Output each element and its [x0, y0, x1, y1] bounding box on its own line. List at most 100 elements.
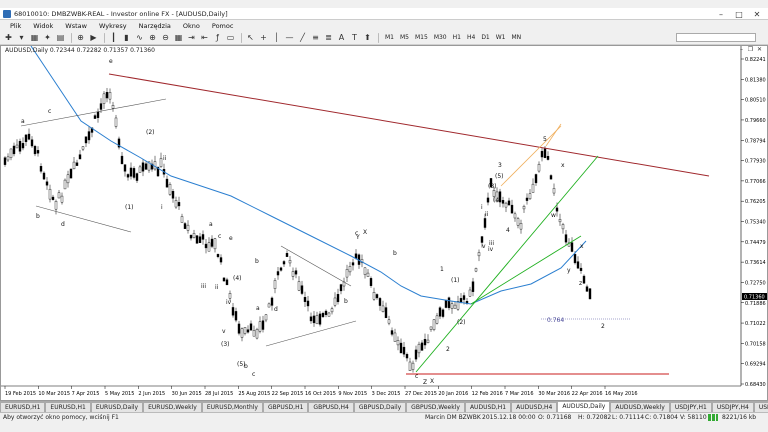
cursor-icon[interactable]: ↖	[245, 32, 256, 43]
timeframe-m15[interactable]: M15	[412, 34, 431, 41]
zoom-in-icon[interactable]: ⊕	[147, 32, 158, 43]
menu-narzedzia[interactable]: Narzędzia	[133, 22, 177, 30]
candle-body	[522, 205, 526, 210]
bar-chart-icon[interactable]: ┃	[108, 32, 119, 43]
timeframe-w1[interactable]: W1	[493, 34, 509, 41]
crosshair-icon[interactable]: +	[258, 32, 269, 43]
channel-icon[interactable]: ≡	[310, 32, 321, 43]
status-open: O: 0.71168	[538, 414, 572, 421]
date-tick-label: 10 Mar 2015	[38, 391, 70, 397]
new-chart-icon[interactable]: ✚	[3, 32, 14, 43]
chart-tab[interactable]: AUDUSD,Daily	[557, 401, 611, 412]
candle-body	[36, 150, 40, 154]
toolbar: ✚ ▾ ▦ ✦ ▤ ⊕ ▶ ┃ ▮ ∿ ⊕ ⊖ ▦ ⇥ ⇤ ƒ ▭ ↖ + │ …	[0, 31, 768, 45]
market-watch-icon[interactable]: ▦	[29, 32, 40, 43]
menu-wstaw[interactable]: Wstaw	[59, 22, 93, 30]
timeframe-m1[interactable]: M1	[382, 34, 397, 41]
timeframe-h4[interactable]: H4	[464, 34, 478, 41]
fibonacci-icon[interactable]: ≣	[323, 32, 334, 43]
wave-label: w	[551, 212, 556, 219]
navigator-icon[interactable]: ✦	[42, 32, 53, 43]
chart-minimize-icon[interactable]: –	[737, 46, 746, 54]
chart-tab[interactable]: EURUSD,Monthly	[201, 402, 263, 412]
chart-tab[interactable]: USDJPY,H1	[669, 402, 712, 412]
horizontal-line-icon[interactable]: —	[284, 32, 295, 43]
candle-chart-icon[interactable]: ▮	[121, 32, 132, 43]
zoom-out-icon[interactable]: ⊖	[160, 32, 171, 43]
chart-tab[interactable]: EURUSD,Daily	[90, 402, 144, 412]
terminal-icon[interactable]: ▤	[55, 32, 66, 43]
wave-label: v	[482, 243, 486, 250]
indicators-icon[interactable]: ƒ	[212, 32, 223, 43]
profiles-icon[interactable]: ▾	[16, 32, 27, 43]
chart-tab[interactable]: EURUSD,Weekly	[143, 402, 202, 412]
wave-label: 5	[543, 136, 547, 143]
chart-tab[interactable]: AUDUSD,Weekly	[610, 402, 670, 412]
vertical-line-icon[interactable]: │	[271, 32, 282, 43]
auto-trading-icon[interactable]: ▶	[88, 32, 99, 43]
chart-tab[interactable]: GBPUSD,H1	[262, 402, 309, 412]
wave-label: X	[363, 229, 367, 236]
chart-window[interactable]: 0.764 a c e b d (2) (1) ii i a c e ii (4) b d iii v iv (3)(…	[0, 45, 768, 401]
chart-tab[interactable]: EURUSD,H1	[45, 402, 91, 412]
candle-body	[87, 131, 91, 141]
line-chart-icon[interactable]: ∿	[134, 32, 145, 43]
text-icon[interactable]: A	[336, 32, 347, 43]
candle-body	[525, 197, 529, 201]
resistance-trendline	[108, 73, 710, 177]
candle-body	[63, 179, 67, 190]
price-tick-label: 0.71022	[745, 321, 766, 327]
tile-icon[interactable]: ▦	[173, 32, 184, 43]
menu-plik[interactable]: Plik	[4, 22, 27, 30]
trendline-icon[interactable]: ╱	[297, 32, 308, 43]
arrow-icon[interactable]: ⬆	[362, 32, 373, 43]
chart-close-icon[interactable]: ✕	[755, 46, 764, 54]
chart-tab[interactable]: AUDUSD,H4	[511, 402, 558, 412]
status-profile[interactable]: Marcin DM BZWBK	[425, 414, 481, 421]
close-icon[interactable]: ✕	[748, 8, 766, 20]
price-chart[interactable]: 0.764 acebd(2)(1)iiiac eii(4)bdiiiviv(3)(…	[1, 46, 767, 400]
candle-body	[363, 267, 367, 275]
maximize-icon[interactable]: □	[730, 8, 748, 20]
date-tick-label: 12 Feb 2016	[472, 391, 503, 397]
wave-label: y	[567, 267, 571, 274]
label-icon[interactable]: T	[349, 32, 360, 43]
chart-tab[interactable]: EURUSD,H1	[0, 402, 46, 412]
chart-tab[interactable]: AUDUSD,H1	[464, 402, 512, 412]
menu-pomoc[interactable]: Pomoc	[206, 22, 240, 30]
price-tick-label: 0.79660	[745, 118, 766, 124]
search-input[interactable]	[676, 33, 756, 42]
fibonacci-label: 0.764	[547, 317, 564, 324]
wave-label: c	[415, 373, 418, 380]
candle-body	[267, 303, 271, 308]
uptrend-line	[415, 155, 599, 373]
price-tick-label: 0.80510	[745, 98, 766, 104]
menu-okno[interactable]: Okno	[177, 22, 206, 30]
candle-body	[477, 252, 481, 257]
chart-restore-icon[interactable]: ❐	[746, 46, 755, 54]
chart-tab[interactable]: USDJPY,H4	[711, 402, 754, 412]
templates-icon[interactable]: ▭	[225, 32, 236, 43]
wave-label: c	[48, 108, 51, 115]
candle-body	[348, 266, 352, 273]
candles	[3, 87, 592, 373]
timeframe-mn[interactable]: MN	[509, 34, 525, 41]
candle-body	[204, 243, 208, 249]
timeframe-m30[interactable]: M30	[431, 34, 450, 41]
timeframe-m5[interactable]: M5	[397, 34, 412, 41]
wave-label: iv	[488, 246, 494, 253]
chart-tab[interactable]: GBPUSD,H4	[308, 402, 354, 412]
candle-body	[432, 319, 436, 330]
autoscroll-icon[interactable]: ⇥	[186, 32, 197, 43]
timeframe-h1[interactable]: H1	[450, 34, 464, 41]
menu-wykresy[interactable]: Wykresy	[93, 22, 133, 30]
timeframe-d1[interactable]: D1	[478, 34, 492, 41]
chart-tab[interactable]: GBPUSD,Daily	[353, 402, 407, 412]
menu-widok[interactable]: Widok	[27, 22, 59, 30]
candle-body	[516, 218, 520, 226]
chart-shift-icon[interactable]: ⇤	[199, 32, 210, 43]
minimize-icon[interactable]: –	[712, 8, 730, 20]
chart-tab[interactable]: GBPUSD,Weekly	[406, 402, 465, 412]
chart-tab[interactable]: USDJPY,Daily	[753, 402, 768, 412]
new-order-icon[interactable]: ⊕	[75, 32, 86, 43]
